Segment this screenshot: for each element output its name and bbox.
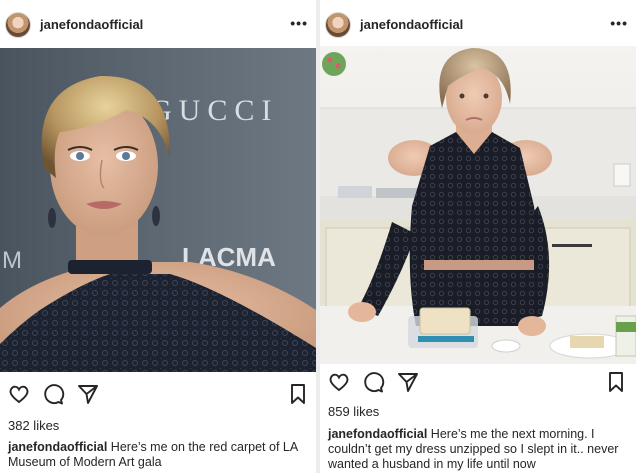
share-icon[interactable] [76, 382, 100, 406]
comment-icon[interactable] [361, 370, 385, 394]
caption-username[interactable]: janefondaofficial [328, 427, 427, 441]
comment-icon[interactable] [41, 382, 65, 406]
action-bar [320, 370, 636, 400]
caption: janefondaofficial Here’s me on the red c… [8, 440, 310, 470]
heart-icon[interactable] [327, 370, 351, 394]
action-bar [0, 382, 316, 412]
more-icon[interactable]: ••• [610, 15, 628, 31]
backdrop-text: GUCCI [150, 94, 278, 127]
post-left: janefondaofficial ••• GUCCI LACMA M 382 … [0, 0, 316, 473]
post-header: janefondaofficial ••• [320, 4, 636, 44]
username[interactable]: janefondaofficial [40, 17, 143, 32]
red-carpet-photo: GUCCI LACMA M [0, 48, 316, 372]
post-photo[interactable] [320, 46, 636, 364]
likes-count[interactable]: 382 likes [8, 418, 59, 433]
bookmark-icon[interactable] [286, 382, 310, 406]
caption-username[interactable]: janefondaofficial [8, 440, 107, 454]
post-header: janefondaofficial ••• [0, 4, 316, 44]
avatar[interactable] [5, 12, 31, 38]
share-icon[interactable] [396, 370, 420, 394]
likes-count[interactable]: 859 likes [328, 404, 379, 419]
username[interactable]: janefondaofficial [360, 17, 463, 32]
post-photo[interactable]: GUCCI LACMA M [0, 48, 316, 372]
bookmark-icon[interactable] [604, 370, 628, 394]
heart-icon[interactable] [7, 382, 31, 406]
backdrop-text: M [2, 247, 22, 274]
more-icon[interactable]: ••• [290, 15, 308, 31]
kitchen-photo [320, 46, 636, 364]
caption: janefondaofficial Here’s me the next mor… [328, 427, 630, 472]
avatar[interactable] [325, 12, 351, 38]
post-right: janefondaofficial ••• 859 likes janefond… [320, 0, 636, 473]
